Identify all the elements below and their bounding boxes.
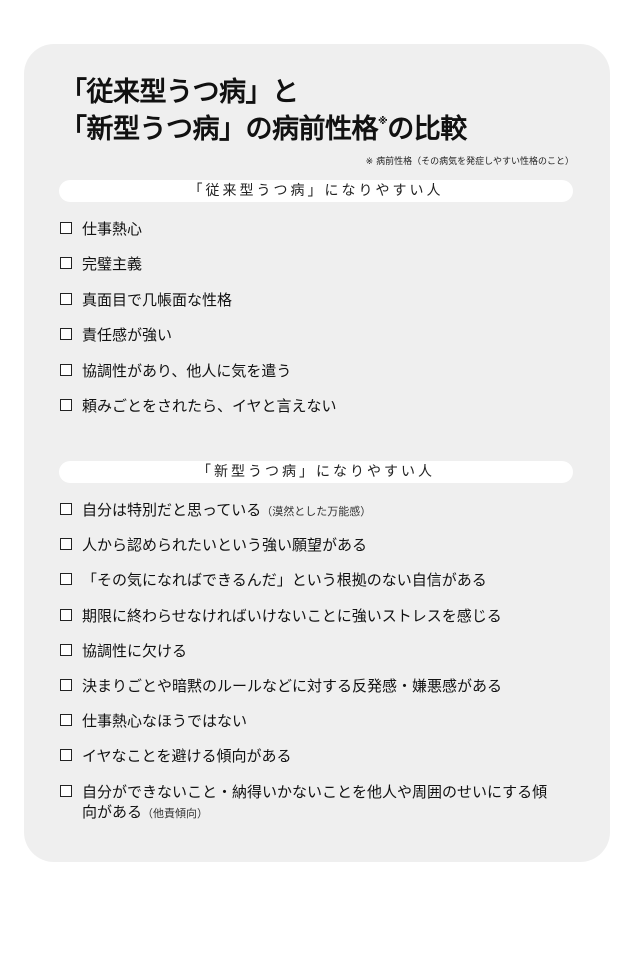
item-text: 完璧主義	[82, 255, 143, 274]
item-text: 自分は特別だと思っている（漠然とした万能感）	[82, 500, 371, 522]
item-text: 自分ができないこと・納得いかないことを他人や周囲のせいにする傾向がある（他責傾向…	[82, 782, 562, 824]
list-item: 仕事熱心なほうではない	[60, 711, 580, 746]
checkbox[interactable]	[60, 714, 72, 727]
checkbox[interactable]	[60, 678, 72, 691]
list-item: 真面目で几帳面な性格	[60, 290, 580, 325]
page-title: 「従来型うつ病」と 「新型うつ病」の病前性格※の比較	[60, 74, 580, 148]
item-text: 人から認められたいという強い願望がある	[82, 535, 367, 555]
item-text: 協調性があり、他人に気を遣う	[82, 361, 292, 380]
checkbox[interactable]	[60, 503, 72, 515]
list-item: 自分は特別だと思っている（漠然とした万能感）	[60, 500, 580, 535]
item-text: 「その気になればできるんだ」という根拠のない自信がある	[82, 570, 487, 590]
item-text: 仕事熱心なほうではない	[82, 711, 247, 731]
list-item: 「その気になればできるんだ」という根拠のない自信がある	[60, 570, 580, 605]
item-text: 仕事熱心	[82, 220, 143, 238]
checkbox[interactable]	[60, 257, 72, 270]
list-item: 決まりごとや暗黙のルールなどに対する反発感・嫌悪感がある	[60, 676, 580, 711]
item-text: 責任感が強い	[82, 326, 173, 345]
title-line-2-main: 「新型うつ病」の病前性格	[60, 114, 379, 145]
item-note: （他責傾向）	[142, 806, 209, 820]
item-text: イヤなことを避ける傾向がある	[82, 746, 292, 766]
item-text: 決まりごとや暗黙のルールなどに対する反発感・嫌悪感がある	[82, 676, 502, 696]
checklist-traditional: 仕事熱心 完璧主義 真面目で几帳面な性格 責任感が強い 協調性があり、他人に気を…	[60, 219, 580, 431]
checkbox[interactable]	[60, 643, 72, 656]
list-item: イヤなことを避ける傾向がある	[60, 746, 580, 781]
checkbox[interactable]	[60, 328, 72, 341]
list-item: 責任感が強い	[60, 325, 580, 360]
checkbox[interactable]	[60, 363, 72, 376]
checkbox[interactable]	[60, 398, 72, 411]
list-item: 仕事熱心	[60, 219, 580, 254]
title-line-1: 「従来型うつ病」と	[60, 77, 299, 108]
title-line-2: 「新型うつ病」の病前性格※の比較	[60, 111, 580, 148]
footnote: ※ 病前性格（その病気を発症しやすい性格のこと）	[365, 157, 574, 167]
checkbox[interactable]	[60, 608, 72, 621]
item-main-text: 仕事熱心なほうではない	[82, 712, 248, 731]
checkbox[interactable]	[60, 573, 72, 586]
list-item: 完璧主義	[60, 254, 580, 289]
checkbox[interactable]	[60, 222, 72, 234]
item-main-text: イヤなことを避ける傾向がある	[82, 747, 292, 766]
checkbox[interactable]	[60, 538, 72, 551]
section-header-new-type: 「新型うつ病」になりやすい人	[59, 461, 573, 483]
item-text: 真面目で几帳面な性格	[82, 290, 233, 309]
section-header-traditional: 「従来型うつ病」になりやすい人	[59, 180, 573, 202]
list-item: 頼みごとをされたら、イヤと言えない	[60, 396, 580, 431]
comparison-card: 「従来型うつ病」と 「新型うつ病」の病前性格※の比較 ※ 病前性格（その病気を発…	[24, 44, 610, 862]
item-note: （漠然とした万能感）	[261, 505, 372, 518]
checkbox[interactable]	[60, 749, 72, 762]
item-text: 期限に終わらせなければいけないことに強いストレスを感じる	[82, 606, 502, 626]
list-item: 協調性に欠ける	[60, 641, 580, 676]
footnote-mark: ※	[378, 116, 388, 127]
item-main-text: 「その気になればできるんだ」という根拠のない自信がある	[82, 571, 487, 590]
item-main-text: 期限に終わらせなければいけないことに強いストレスを感じる	[82, 606, 502, 625]
checkbox[interactable]	[60, 292, 72, 305]
list-item: 人から認められたいという強い願望がある	[60, 535, 580, 570]
item-main-text: 決まりごとや暗黙のルールなどに対する反発感・嫌悪感がある	[82, 676, 503, 695]
list-item: 協調性があり、他人に気を遣う	[60, 361, 580, 396]
title-line-2-suffix: の比較	[387, 114, 467, 145]
checklist-new-type: 自分は特別だと思っている（漠然とした万能感） 人から認められたいという強い願望が…	[60, 500, 580, 826]
list-item: 自分ができないこと・納得いかないことを他人や周囲のせいにする傾向がある（他責傾向…	[60, 782, 580, 826]
item-main-text: 協調性に欠ける	[82, 641, 188, 660]
item-main-text: 人から認められたいという強い願望がある	[82, 536, 368, 555]
item-main-text: 自分は特別だと思っている	[82, 501, 262, 519]
item-text: 頼みごとをされたら、イヤと言えない	[82, 396, 337, 415]
checkbox[interactable]	[60, 784, 72, 797]
item-text: 協調性に欠ける	[82, 641, 187, 661]
list-item: 期限に終わらせなければいけないことに強いストレスを感じる	[60, 606, 580, 641]
